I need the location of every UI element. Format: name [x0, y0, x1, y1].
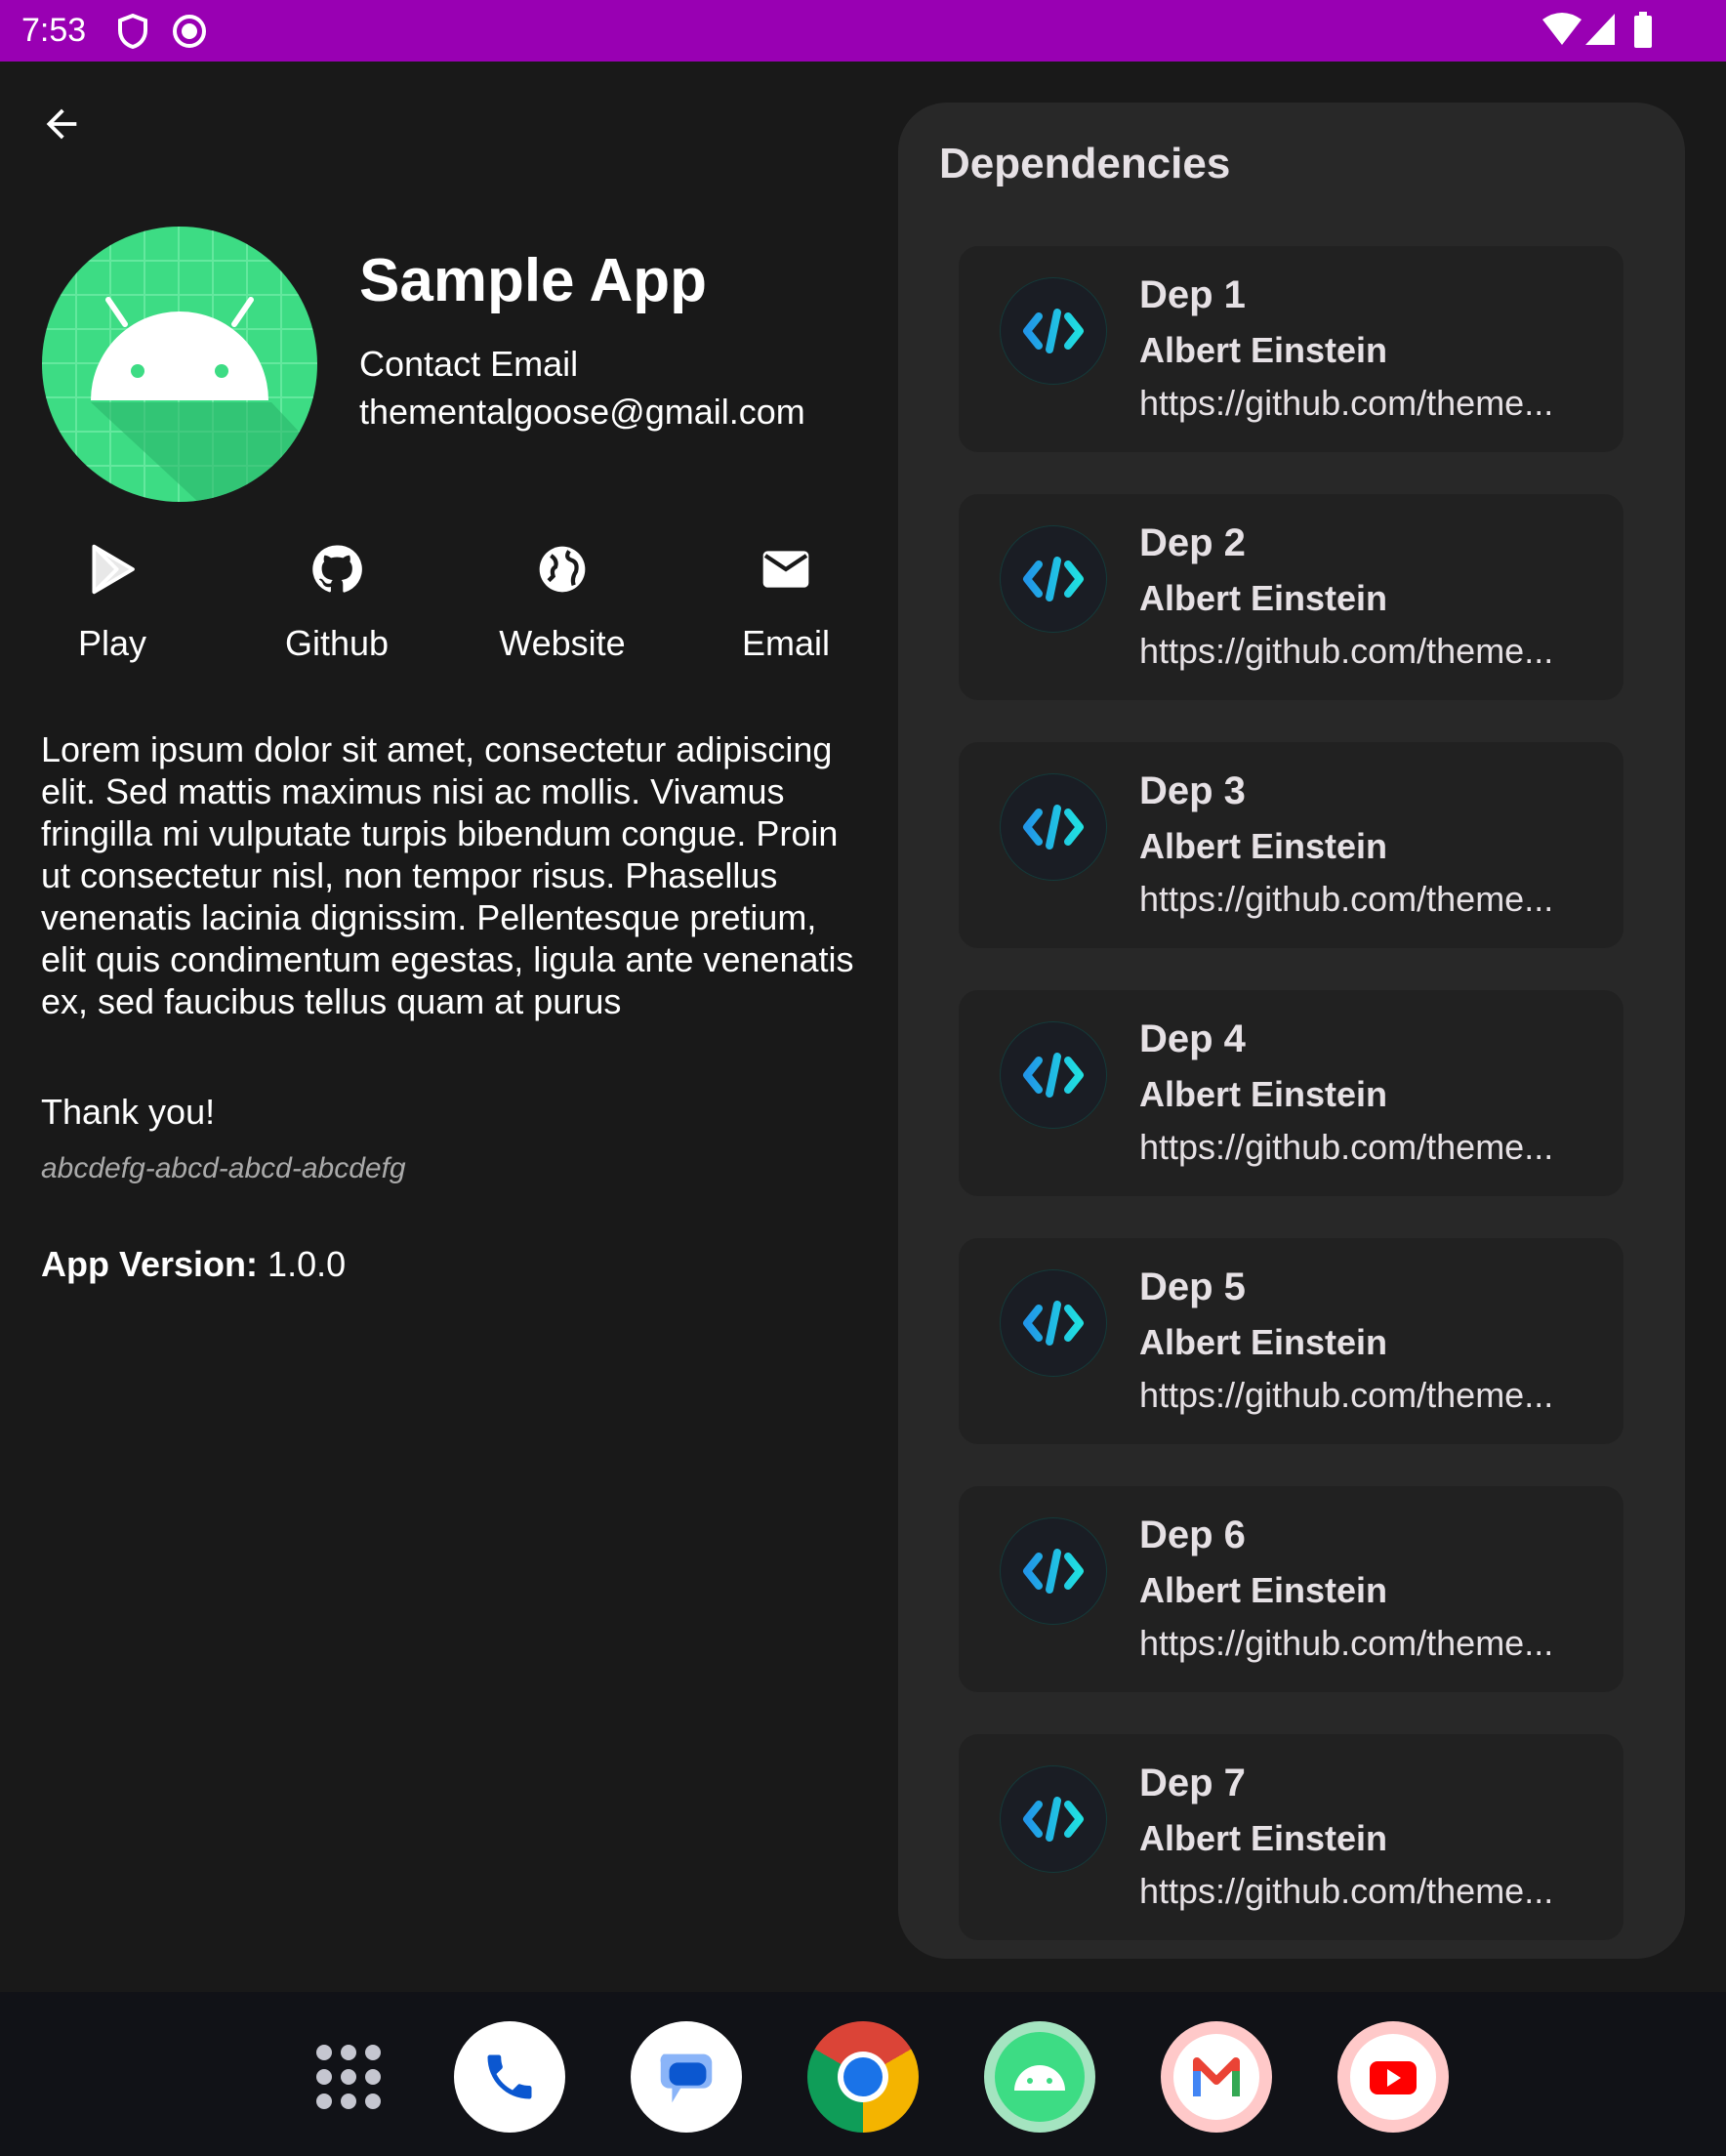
dependency-card[interactable]: Dep 1 Albert Einstein https://github.com… — [959, 246, 1623, 452]
dependency-author: Albert Einstein — [1139, 330, 1388, 370]
dependency-url[interactable]: https://github.com/theme... — [1139, 879, 1553, 920]
signal-icon — [1585, 14, 1615, 45]
play-button[interactable]: Play — [15, 542, 210, 664]
gmail-icon — [1173, 2034, 1259, 2120]
email-button[interactable]: Email — [688, 542, 884, 664]
code-icon — [1000, 1517, 1107, 1625]
github-label: Github — [284, 623, 390, 663]
app-description: Lorem ipsum dolor sit amet, consectetur … — [41, 729, 854, 1021]
dependency-card[interactable]: Dep 7 Albert Einstein https://github.com… — [959, 1734, 1623, 1940]
app-drawer-icon — [316, 2045, 381, 2109]
code-icon — [1000, 277, 1107, 385]
messages-icon — [660, 2053, 713, 2103]
dependency-url[interactable]: https://github.com/theme... — [1139, 1127, 1553, 1168]
sample-app[interactable] — [984, 2021, 1095, 2133]
thanks-text: Thank you! — [41, 1092, 216, 1132]
dependency-url[interactable]: https://github.com/theme... — [1139, 631, 1553, 672]
dependency-name: Dep 5 — [1139, 1265, 1246, 1308]
website-button[interactable]: Website — [465, 542, 660, 664]
battery-icon — [1634, 12, 1652, 48]
app-name: Sample App — [359, 247, 707, 314]
phone-app[interactable] — [454, 2021, 565, 2133]
email-icon — [762, 551, 809, 588]
dependency-url[interactable]: https://github.com/theme... — [1139, 1871, 1553, 1912]
contact-email[interactable]: thementalgoose@gmail.com — [359, 392, 805, 433]
code-icon — [1000, 1269, 1107, 1377]
globe-icon — [539, 546, 586, 593]
play-label: Play — [77, 623, 147, 663]
dependency-name: Dep 6 — [1139, 1513, 1246, 1556]
dependency-name: Dep 3 — [1139, 769, 1246, 812]
code-icon — [1000, 1765, 1107, 1873]
chrome-app[interactable] — [807, 2021, 919, 2133]
dependencies-title: Dependencies — [939, 140, 1231, 187]
dependency-url[interactable]: https://github.com/theme... — [1139, 1623, 1553, 1664]
dependency-card[interactable]: Dep 5 Albert Einstein https://github.com… — [959, 1238, 1623, 1444]
dependency-author: Albert Einstein — [1139, 1074, 1388, 1114]
app-logo — [42, 227, 317, 502]
dependency-card[interactable]: Dep 6 Albert Einstein https://github.com… — [959, 1486, 1623, 1692]
version-label: App Version: — [41, 1244, 259, 1284]
dependency-author: Albert Einstein — [1139, 1322, 1388, 1362]
github-icon — [312, 545, 362, 593]
code-icon — [1000, 1021, 1107, 1129]
youtube-icon — [1350, 2034, 1436, 2120]
back-button[interactable] — [39, 102, 84, 146]
messages-app[interactable] — [631, 2021, 742, 2133]
code-icon — [1000, 773, 1107, 881]
dependency-name: Dep 7 — [1139, 1762, 1246, 1804]
gmail-app[interactable] — [1161, 2021, 1272, 2133]
status-time: 7:53 — [21, 12, 87, 49]
contact-label: Contact Email — [359, 344, 579, 384]
install-id: abcdefg-abcd-abcd-abcdefg — [41, 1152, 406, 1184]
code-icon — [1000, 525, 1107, 633]
shield-icon — [118, 14, 147, 49]
dependency-url[interactable]: https://github.com/theme... — [1139, 1375, 1553, 1416]
email-label: Email — [741, 623, 831, 663]
sample-app-icon — [995, 2032, 1085, 2122]
youtube-app[interactable] — [1337, 2021, 1449, 2133]
dependency-card[interactable]: Dep 2 Albert Einstein https://github.com… — [959, 494, 1623, 700]
dependencies-panel: Dependencies Dep 1 Albert Einstein https… — [898, 103, 1685, 1959]
dependency-card[interactable]: Dep 3 Albert Einstein https://github.com… — [959, 742, 1623, 948]
dependency-url[interactable]: https://github.com/theme... — [1139, 383, 1553, 424]
app-drawer-button[interactable] — [293, 2021, 404, 2133]
chrome-icon — [838, 2052, 888, 2102]
play-store-icon — [92, 544, 135, 595]
dependency-name: Dep 4 — [1139, 1017, 1246, 1060]
dependency-name: Dep 1 — [1139, 273, 1246, 316]
app-version: App Version: 1.0.0 — [41, 1244, 346, 1285]
website-label: Website — [499, 623, 626, 663]
github-button[interactable]: Github — [239, 542, 434, 664]
dependency-author: Albert Einstein — [1139, 826, 1388, 866]
phone-icon — [487, 2054, 532, 2099]
dependency-card[interactable]: Dep 4 Albert Einstein https://github.com… — [959, 990, 1623, 1196]
wifi-icon — [1542, 13, 1582, 45]
dependency-author: Albert Einstein — [1139, 1570, 1388, 1610]
dependency-name: Dep 2 — [1139, 521, 1246, 564]
dependency-author: Albert Einstein — [1139, 1818, 1388, 1858]
version-value: 1.0.0 — [267, 1244, 347, 1284]
dependency-author: Albert Einstein — [1139, 578, 1388, 618]
notification-icon — [173, 15, 206, 48]
status-bar: 7:53 — [0, 0, 1726, 62]
